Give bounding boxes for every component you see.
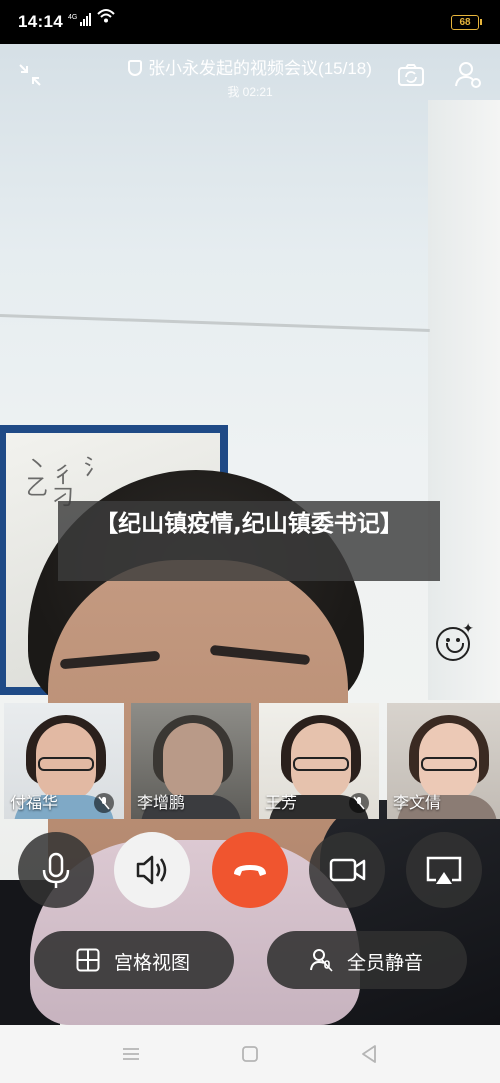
video-button[interactable] — [309, 832, 385, 908]
participant-tile[interactable]: 付福华 — [4, 703, 124, 819]
video-camera-icon — [329, 858, 366, 882]
wifi-icon — [96, 8, 116, 29]
participant-tile[interactable]: 王芳 — [259, 703, 379, 819]
battery-icon: 68 — [451, 15, 482, 30]
meeting-title-row: 张小永发起的视频会议(15/18) — [100, 54, 400, 79]
back-button[interactable] — [356, 1041, 382, 1067]
participant-glasses — [38, 757, 94, 771]
participant-glasses — [421, 757, 477, 771]
grid-view-button[interactable]: 宫格视图 — [34, 931, 234, 989]
shield-icon — [128, 60, 143, 76]
screen-share-icon — [426, 856, 462, 884]
screen-share-button[interactable] — [406, 832, 482, 908]
muted-mic-icon — [94, 793, 114, 813]
meeting-header: 张小永发起的视频会议(15/18) 我 02:21 — [100, 54, 400, 100]
wall-corner — [428, 100, 500, 700]
emoji-button[interactable]: ✦ — [436, 621, 474, 661]
system-nav-bar — [0, 1025, 500, 1083]
home-icon — [242, 1046, 258, 1062]
board-ink: 丶乙 — [22, 453, 47, 497]
status-bar: 14:14 4G 68 — [0, 0, 500, 44]
participant-name: 李增鹏 — [137, 795, 186, 812]
participant-name: 李文倩 — [393, 795, 442, 812]
signal-icon: 4G — [68, 12, 94, 31]
hangup-icon — [234, 865, 266, 876]
menu-button[interactable] — [118, 1041, 144, 1067]
status-time: 14:14 — [18, 12, 63, 31]
mute-all-icon — [310, 949, 333, 972]
meeting-title: 张小永发起的视频会议(15/18) — [148, 59, 372, 78]
back-icon — [362, 1045, 376, 1063]
svg-text:4G: 4G — [68, 14, 77, 21]
members-icon — [455, 62, 481, 88]
participant-strip: 付福华 李增鹏 王芳 李文倩 — [0, 703, 500, 819]
participant-tile[interactable]: 李增鹏 — [131, 703, 251, 819]
minimize-button[interactable] — [16, 62, 44, 90]
speaker-icon — [136, 855, 167, 885]
hangup-button[interactable] — [212, 832, 288, 908]
camera-switch-button[interactable] — [396, 60, 426, 90]
participant-name: 付福华 — [10, 795, 59, 812]
microphone-icon — [42, 852, 70, 888]
menu-icon — [123, 1048, 139, 1060]
mute-all-label: 全员静音 — [347, 953, 424, 974]
emoji-eye — [446, 638, 450, 642]
home-button[interactable] — [237, 1041, 263, 1067]
participant-name: 王芳 — [265, 795, 298, 812]
mute-all-button[interactable]: 全员静音 — [267, 931, 467, 989]
minimize-icon — [19, 64, 41, 86]
camera-switch-icon — [398, 64, 424, 86]
participant-tile[interactable]: 李文倩 — [387, 703, 500, 819]
microphone-button[interactable] — [18, 832, 94, 908]
members-button[interactable] — [453, 59, 485, 91]
caption-overlay: 【纪山镇疫情,纪山镇委书记】 — [58, 501, 440, 581]
sparkle-icon: ✦ — [462, 621, 474, 637]
board-ink: 氵 — [80, 455, 105, 477]
emoji-eye — [456, 638, 460, 642]
participant-glasses — [293, 757, 349, 771]
speaker-button[interactable] — [114, 832, 190, 908]
muted-mic-icon — [349, 793, 369, 813]
grid-view-label: 宫格视图 — [114, 953, 191, 974]
emoji-icon — [446, 643, 464, 653]
grid-icon — [76, 948, 100, 972]
meeting-duration: 我 02:21 — [227, 85, 273, 99]
